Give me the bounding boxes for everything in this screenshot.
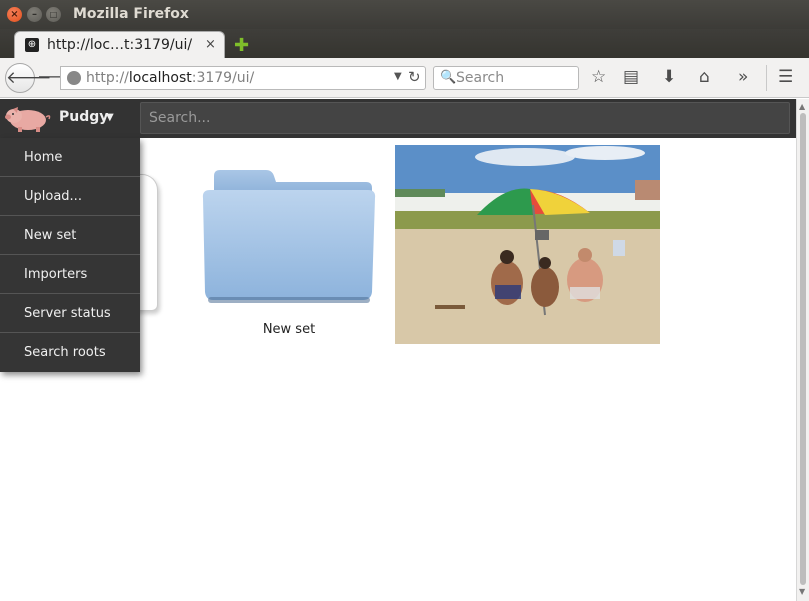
- hamburger-menu-icon[interactable]: ☰: [778, 67, 793, 87]
- browser-search-input[interactable]: [456, 69, 574, 87]
- window-title: Mozilla Firefox: [73, 6, 189, 22]
- app-navbar: Pudgy ▼: [0, 99, 796, 138]
- tab-strip: ⊕ http://loc…t:3179/ui/ ×: [0, 29, 809, 58]
- favicon-icon: ⊕: [25, 38, 39, 52]
- folder-icon[interactable]: [200, 168, 378, 306]
- window-maximize-button[interactable]: □: [46, 7, 61, 22]
- navigation-toolbar: 🡐 🡒 http://localhost:3179/ui/ ▼ ↻ 🔍 ☆ ▤ …: [0, 58, 809, 98]
- scroll-thumb[interactable]: [800, 113, 806, 585]
- app-search-input[interactable]: [141, 103, 789, 133]
- url-path: :3179/ui/: [191, 70, 255, 86]
- url-bar[interactable]: http://localhost:3179/ui/ ▼ ↻: [60, 66, 426, 90]
- browser-search-box[interactable]: 🔍: [433, 66, 579, 90]
- url-host: localhost: [128, 70, 192, 86]
- menu-item-importers[interactable]: Importers: [0, 255, 140, 294]
- window-titlebar: × – □ Mozilla Firefox: [0, 0, 809, 29]
- downloads-icon[interactable]: ⬇: [662, 67, 676, 87]
- tile-label[interactable]: New set: [200, 322, 378, 337]
- search-icon: 🔍: [440, 70, 457, 85]
- brand-caret-icon[interactable]: ▼: [106, 112, 114, 123]
- tab-close-icon[interactable]: ×: [205, 37, 216, 52]
- app-search-box[interactable]: [140, 102, 790, 134]
- window-close-button[interactable]: ×: [7, 7, 22, 22]
- browser-tab[interactable]: ⊕ http://loc…t:3179/ui/ ×: [14, 31, 225, 58]
- brand-dropdown-menu: Home Upload... New set Importers Server …: [0, 138, 140, 372]
- back-button[interactable]: 🡐: [5, 63, 52, 93]
- url-scheme: http://: [86, 70, 129, 86]
- scroll-down-icon[interactable]: ▼: [799, 587, 805, 596]
- reload-icon[interactable]: ↻: [408, 68, 421, 86]
- beach-photo[interactable]: [395, 145, 660, 344]
- menu-item-new-set[interactable]: New set: [0, 216, 140, 255]
- menu-item-upload[interactable]: Upload...: [0, 177, 140, 216]
- toolbar-separator: [766, 65, 767, 91]
- menu-item-server-status[interactable]: Server status: [0, 294, 140, 333]
- window-minimize-button[interactable]: –: [27, 7, 42, 22]
- menu-item-search-roots[interactable]: Search roots: [0, 333, 140, 372]
- bookmark-star-icon[interactable]: ☆: [591, 67, 606, 87]
- home-icon[interactable]: ⌂: [699, 67, 710, 87]
- app-brand[interactable]: Pudgy: [59, 109, 108, 125]
- globe-icon: [67, 71, 81, 85]
- reading-list-icon[interactable]: ▤: [623, 67, 639, 87]
- scroll-up-icon[interactable]: ▲: [799, 102, 805, 111]
- new-tab-icon[interactable]: ✚: [234, 35, 249, 56]
- url-dropdown-icon[interactable]: ▼: [394, 71, 402, 82]
- pig-logo-icon[interactable]: [4, 103, 54, 133]
- url-text[interactable]: http://localhost:3179/ui/: [86, 70, 254, 86]
- page-scrollbar[interactable]: ▲ ▼: [796, 99, 809, 601]
- menu-item-home[interactable]: Home: [0, 138, 140, 177]
- overflow-chevron-icon[interactable]: »: [738, 67, 748, 87]
- tab-title: http://loc…t:3179/ui/: [47, 37, 193, 53]
